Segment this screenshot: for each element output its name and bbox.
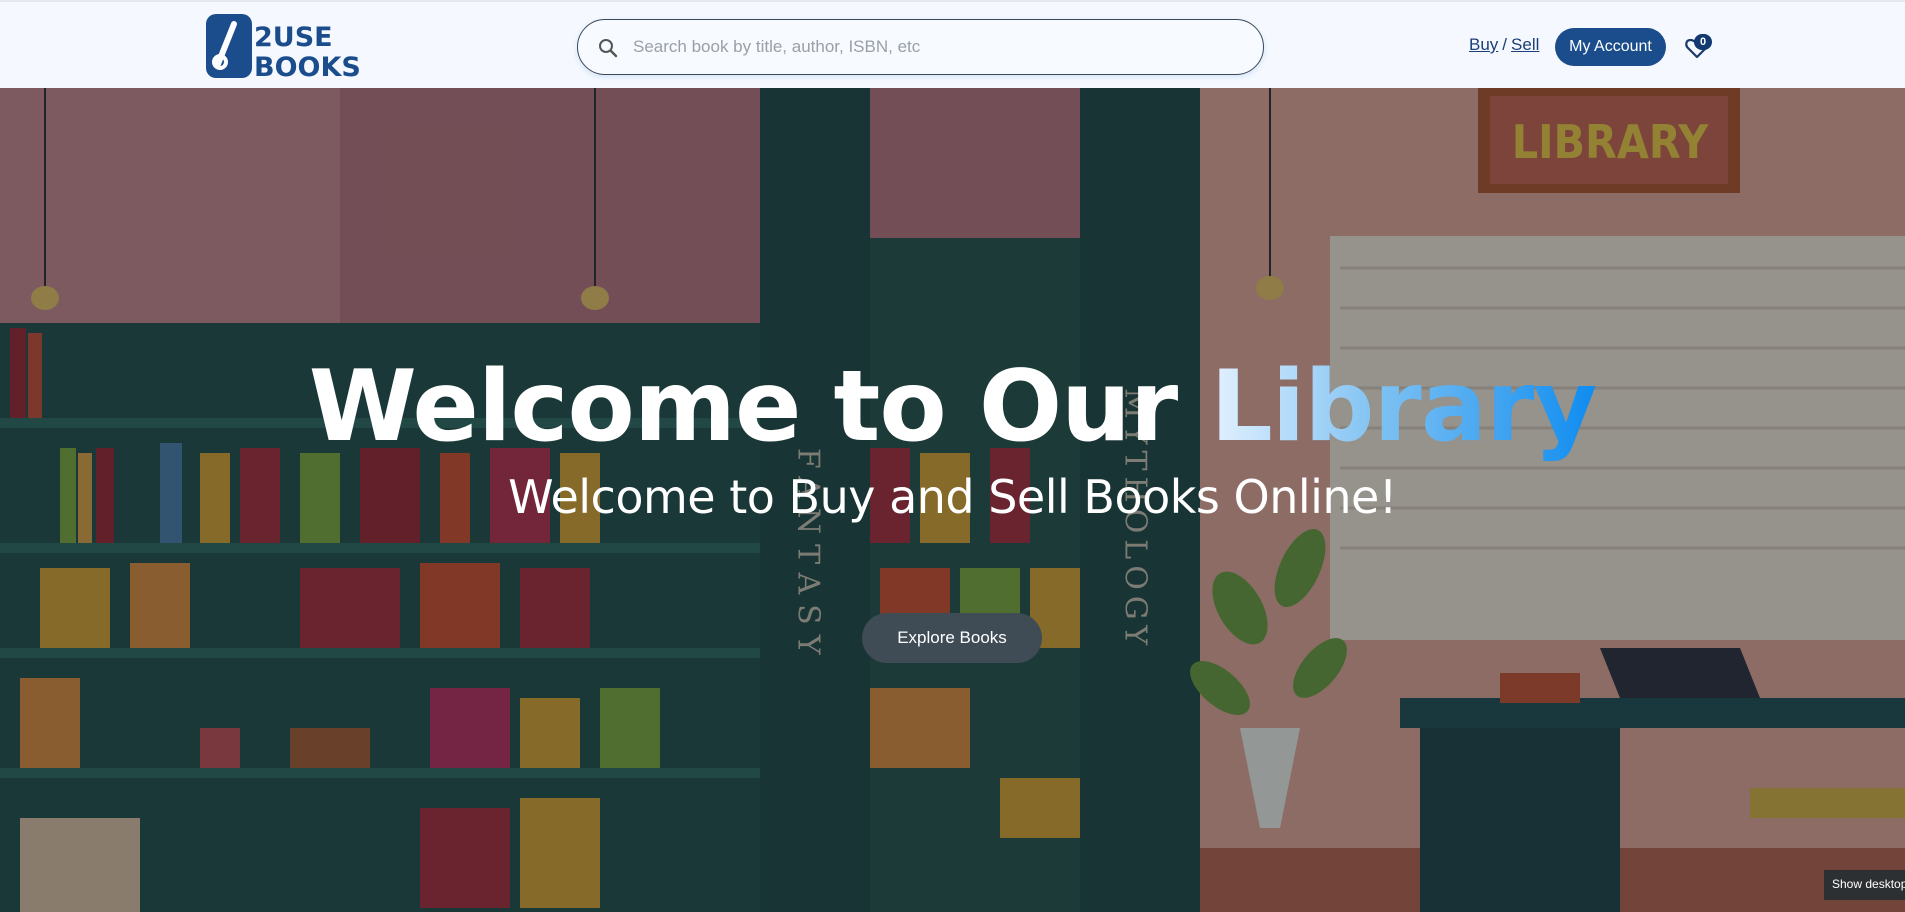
- wishlist-count-badge: 0: [1694, 34, 1712, 50]
- buy-sell-links: Buy / Sell: [1469, 35, 1539, 55]
- my-account-button[interactable]: My Account: [1555, 28, 1666, 66]
- search-input[interactable]: [633, 20, 1243, 74]
- logo-text-top: 2USE: [254, 22, 333, 53]
- buy-link[interactable]: Buy: [1469, 35, 1498, 54]
- logo-text-bottom: BOOKS: [254, 52, 361, 80]
- logo-mark: [206, 14, 252, 78]
- search-bar[interactable]: [577, 19, 1264, 75]
- hero-title-main: Welcome to Our: [308, 350, 1211, 464]
- site-header: 2USE BOOKS Buy/Sell My Account 0: [0, 0, 1905, 88]
- hero-subtitle: Welcome to Buy and Sell Books Online!: [508, 470, 1397, 524]
- explore-books-button[interactable]: Explore Books: [862, 613, 1042, 663]
- show-desktop-tooltip: Show desktop: [1824, 870, 1905, 900]
- hero-title: Welcome to Our Library: [0, 350, 1905, 464]
- hero-banner: LIBRARY FANTASY MYTHOLOGY Welcome to Our…: [0, 88, 1905, 912]
- hero-title-accent: Library: [1210, 350, 1597, 464]
- sell-link[interactable]: Sell: [1511, 35, 1539, 54]
- nav-separator: /: [1502, 35, 1508, 54]
- search-icon: [599, 39, 618, 58]
- logo[interactable]: 2USE BOOKS: [204, 12, 364, 80]
